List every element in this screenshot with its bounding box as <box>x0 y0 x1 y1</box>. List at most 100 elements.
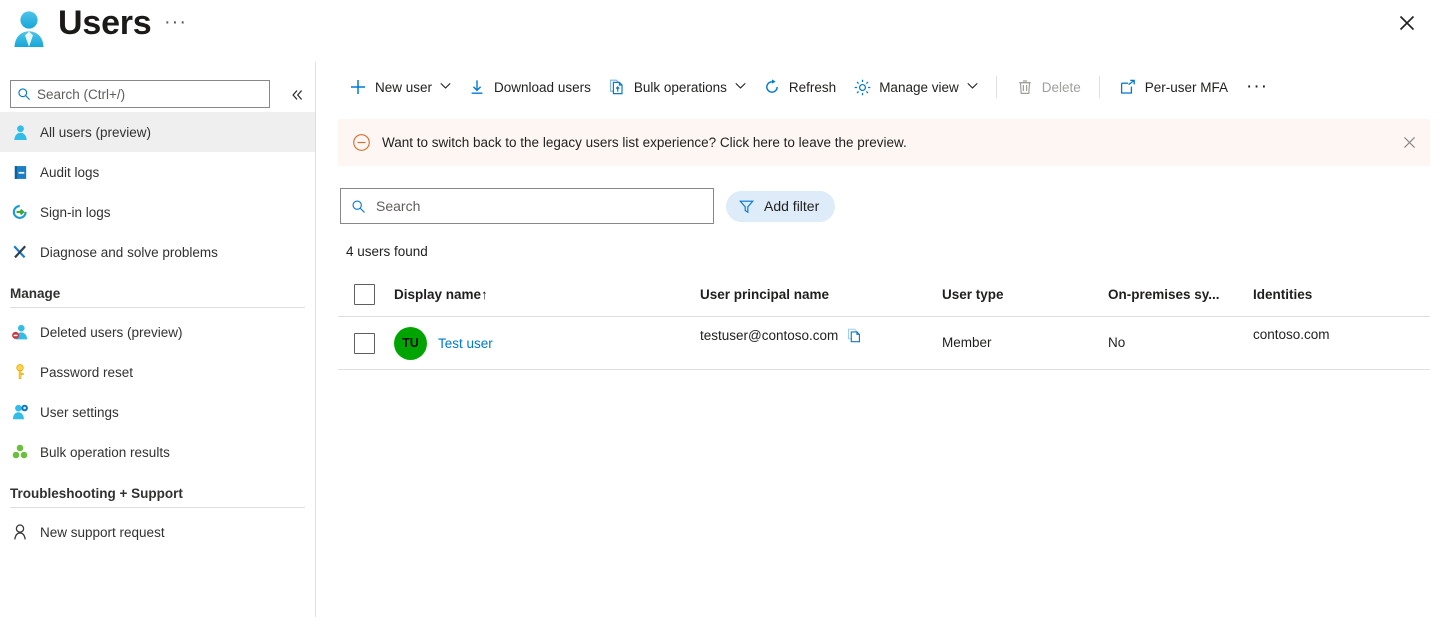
column-header-user-principal-name[interactable]: User principal name <box>700 287 942 302</box>
open-in-new-window-icon <box>1118 77 1138 97</box>
close-icon[interactable] <box>1400 134 1418 152</box>
sidebar-item-sign-in-logs[interactable]: Sign-in logs <box>0 192 315 232</box>
sort-ascending-icon: ↑ <box>481 287 488 302</box>
refresh-button[interactable]: Refresh <box>754 71 844 103</box>
row-select-cell <box>338 332 394 354</box>
table-row[interactable]: TU Test user testuser@contoso.com Member <box>338 317 1430 370</box>
chevron-down-icon[interactable] <box>967 82 978 93</box>
download-users-button[interactable]: Download users <box>459 71 599 103</box>
copy-icon[interactable] <box>846 327 863 344</box>
key-icon <box>10 362 30 382</box>
download-users-label: Download users <box>494 79 591 95</box>
divider <box>10 507 305 508</box>
per-user-mfa-label: Per-user MFA <box>1144 79 1229 95</box>
sidebar-group-title-troubleshooting: Troubleshooting + Support <box>10 486 183 501</box>
column-header-on-premises-sync[interactable]: On-premises sy... <box>1108 286 1253 304</box>
support-person-icon <box>10 522 30 542</box>
toolbar-divider <box>1098 76 1100 98</box>
cell-on-premises-sync: No <box>1108 335 1126 350</box>
refresh-label: Refresh <box>788 79 837 95</box>
sidebar-item-label: Diagnose and solve problems <box>40 244 218 260</box>
page-header: Users ··· <box>0 0 1452 62</box>
column-header-identities[interactable]: Identities <box>1253 286 1433 304</box>
search-icon <box>17 87 31 101</box>
sidebar-item-label: Password reset <box>40 364 134 380</box>
deleted-user-icon <box>10 322 30 342</box>
sidebar-search-input[interactable]: Search (Ctrl+/) <box>10 80 270 108</box>
add-filter-button[interactable]: Add filter <box>726 190 836 222</box>
column-header-user-type[interactable]: User type <box>942 286 1108 304</box>
bulk-upload-icon <box>607 77 627 97</box>
sidebar-item-all-users[interactable]: All users (preview) <box>0 112 315 152</box>
bulk-operations-button[interactable]: Bulk operations <box>599 71 754 103</box>
bulk-results-icon <box>10 442 30 462</box>
sidebar-item-diagnose[interactable]: Diagnose and solve problems <box>0 232 315 272</box>
cell-identities: contoso.com <box>1253 327 1330 342</box>
page-title: Users <box>58 4 152 42</box>
sidebar-item-label: All users (preview) <box>40 124 152 140</box>
add-filter-label: Add filter <box>764 198 820 214</box>
select-all-checkbox[interactable] <box>354 284 375 305</box>
chevron-down-icon[interactable] <box>735 82 746 93</box>
preview-banner-text[interactable]: Want to switch back to the legacy users … <box>382 135 907 150</box>
refresh-icon <box>762 77 782 97</box>
delete-label: Delete <box>1041 79 1081 95</box>
delete-button: Delete <box>1007 71 1089 103</box>
search-input[interactable]: Search <box>340 188 714 224</box>
double-chevron-left-icon[interactable] <box>286 84 308 106</box>
wrench-screwdriver-icon <box>10 242 30 262</box>
user-icon <box>10 8 48 48</box>
results-count: 4 users found <box>346 244 428 259</box>
users-page: Users ··· Search (Ctrl+/) All users (pre… <box>0 0 1452 617</box>
column-header-display-name[interactable]: Display name ↑ <box>394 287 700 302</box>
new-user-label: New user <box>375 79 433 95</box>
sidebar-item-label: Audit logs <box>40 164 100 180</box>
users-table: Display name ↑ User principal name User … <box>338 273 1430 370</box>
sidebar-item-password-reset[interactable]: Password reset <box>0 352 315 392</box>
sidebar-item-new-support-request[interactable]: New support request <box>0 512 315 552</box>
user-settings-icon <box>10 402 30 422</box>
trash-icon <box>1015 77 1035 97</box>
cell-user-principal-name: testuser@contoso.com <box>700 327 942 344</box>
sidebar-item-label: User settings <box>40 404 119 420</box>
search-placeholder: Search <box>376 198 421 214</box>
select-all-cell <box>338 284 394 305</box>
cell-user-type: Member <box>942 335 992 350</box>
divider <box>10 307 305 308</box>
header-overflow-button[interactable]: ··· <box>160 10 191 34</box>
sidebar-group-title-manage: Manage <box>10 286 61 301</box>
circle-minus-icon <box>352 133 371 152</box>
new-user-button[interactable]: New user <box>340 71 459 103</box>
cell-display-name: TU Test user <box>394 326 700 360</box>
toolbar-overflow-button[interactable]: ··· <box>1240 71 1274 103</box>
sidebar-item-bulk-operation-results[interactable]: Bulk operation results <box>0 432 315 472</box>
sidebar: Search (Ctrl+/) All users (preview) Audi… <box>0 62 316 617</box>
sidebar-item-label: Bulk operation results <box>40 444 170 460</box>
bulk-operations-label: Bulk operations <box>633 79 727 95</box>
avatar: TU <box>394 326 427 360</box>
sidebar-item-label: Sign-in logs <box>40 204 111 220</box>
filter-row: Search Add filter <box>316 166 1452 224</box>
sidebar-item-audit-logs[interactable]: Audit logs <box>0 152 315 192</box>
toolbar-divider <box>995 76 997 98</box>
sidebar-item-label: Deleted users (preview) <box>40 324 183 340</box>
sidebar-search-row: Search (Ctrl+/) <box>0 62 315 112</box>
user-display-name-link[interactable]: Test user <box>438 336 493 351</box>
sign-in-icon <box>10 202 30 222</box>
command-toolbar: New user Download users Bulk operations … <box>316 62 1452 112</box>
search-icon <box>351 199 366 214</box>
per-user-mfa-button[interactable]: Per-user MFA <box>1110 71 1236 103</box>
manage-view-label: Manage view <box>879 79 959 95</box>
preview-banner: Want to switch back to the legacy users … <box>338 119 1430 166</box>
filter-icon <box>738 198 755 215</box>
row-checkbox[interactable] <box>354 332 375 354</box>
manage-view-button[interactable]: Manage view <box>844 71 986 103</box>
user-icon <box>10 122 30 142</box>
chevron-down-icon[interactable] <box>440 82 451 93</box>
table-header-row: Display name ↑ User principal name User … <box>338 273 1430 317</box>
main-content: New user Download users Bulk operations … <box>316 62 1452 617</box>
sidebar-item-deleted-users[interactable]: Deleted users (preview) <box>0 312 315 352</box>
audit-log-icon <box>10 162 30 182</box>
close-icon[interactable] <box>1394 10 1420 36</box>
sidebar-item-user-settings[interactable]: User settings <box>0 392 315 432</box>
